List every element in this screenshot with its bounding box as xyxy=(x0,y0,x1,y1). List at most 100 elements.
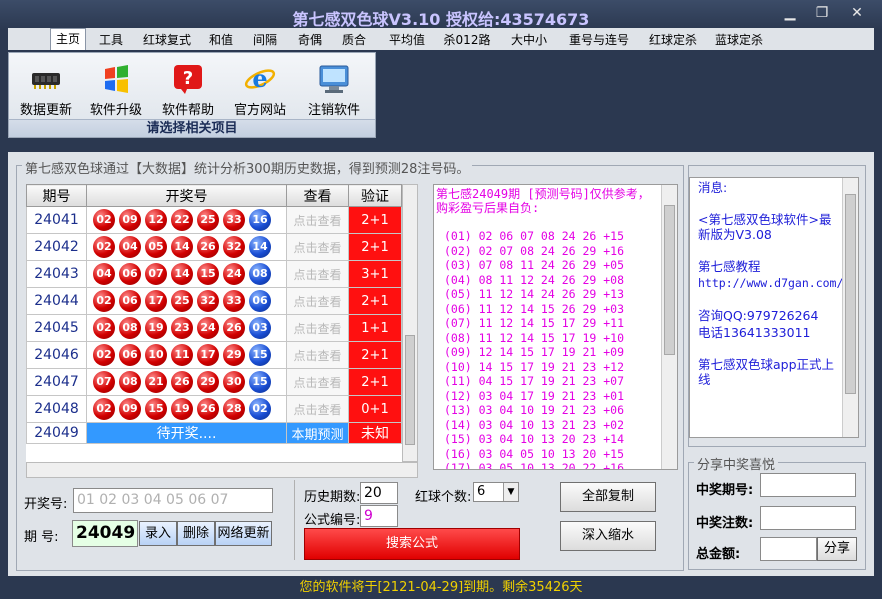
col-verify[interactable]: 验证 xyxy=(348,184,402,207)
draw-numbers-label: 开奖号: xyxy=(24,497,68,512)
table-row[interactable]: 24047 07 08 21 26 29 30 15 点击查看 2+1 xyxy=(26,368,402,396)
copy-all-button[interactable]: 全部复制 xyxy=(560,482,656,512)
draw-numbers-cell: 02 06 10 11 17 29 15 xyxy=(86,341,287,369)
close-icon[interactable]: ✕ xyxy=(840,3,874,23)
view-link[interactable]: 点击查看 xyxy=(286,314,349,342)
message-line[interactable]: http://www.d7gan.com/ xyxy=(690,274,858,291)
tab-prime-composite[interactable]: 质合 xyxy=(337,30,371,50)
tab-odd-even[interactable]: 奇偶 xyxy=(293,30,327,50)
blue-ball: 08 xyxy=(249,263,271,285)
table-row[interactable]: 24046 02 06 10 11 17 29 15 点击查看 2+1 xyxy=(26,341,402,369)
blue-ball: 02 xyxy=(249,398,271,420)
tab-tools[interactable]: 工具 xyxy=(94,30,128,50)
table-scrollbar[interactable] xyxy=(402,184,418,462)
view-link[interactable]: 点击查看 xyxy=(286,233,349,261)
view-link[interactable]: 点击查看 xyxy=(286,341,349,369)
formula-number-input[interactable]: 9 xyxy=(360,505,398,527)
tab-home[interactable]: 主页 xyxy=(50,28,86,50)
chevron-down-icon[interactable]: ▼ xyxy=(503,483,518,501)
tab-blue-kill[interactable]: 蓝球定杀 xyxy=(710,30,768,50)
delete-button[interactable]: 删除 xyxy=(177,521,215,546)
software-upgrade-button[interactable]: 软件升级 xyxy=(81,61,151,121)
prediction-list: (01) 02 06 07 08 24 26 +15 (02) 02 07 08 … xyxy=(434,229,677,469)
svg-text:e: e xyxy=(252,64,267,93)
logout-software-button[interactable]: 注销软件 xyxy=(299,61,369,121)
draw-numbers-cell: 04 06 07 14 15 24 08 xyxy=(86,260,287,288)
tab-repeat-consecutive[interactable]: 重号与连号 xyxy=(564,30,634,50)
draw-numbers-cell: 02 06 17 25 32 33 06 xyxy=(86,287,287,315)
red-count-label: 红球个数: xyxy=(415,490,472,505)
svg-text:?: ? xyxy=(183,68,193,89)
red-ball: 28 xyxy=(223,398,245,420)
restore-icon[interactable]: ❐ xyxy=(807,3,837,23)
issue-input[interactable]: 24049 xyxy=(72,520,138,547)
history-periods-input[interactable]: 20 xyxy=(360,482,398,504)
tab-red-kill[interactable]: 红球定杀 xyxy=(644,30,702,50)
red-ball: 07 xyxy=(145,263,167,285)
verify-cell: 2+1 xyxy=(348,206,402,234)
prediction-scrollbar-thumb[interactable] xyxy=(664,205,675,355)
red-ball: 32 xyxy=(197,290,219,312)
enter-button[interactable]: 录入 xyxy=(139,521,177,546)
col-issue[interactable]: 期号 xyxy=(26,184,87,207)
view-link[interactable]: 点击查看 xyxy=(286,206,349,234)
red-ball: 06 xyxy=(119,344,141,366)
red-ball: 02 xyxy=(93,344,115,366)
view-link[interactable]: 点击查看 xyxy=(286,395,349,423)
prediction-scrollbar[interactable] xyxy=(661,185,677,469)
draw-numbers-input[interactable]: 01 02 03 04 05 06 07 xyxy=(73,488,273,513)
win-issue-input[interactable] xyxy=(760,473,856,497)
red-ball: 04 xyxy=(93,263,115,285)
table-row[interactable]: 24045 02 08 19 23 24 26 03 点击查看 1+1 xyxy=(26,314,402,342)
prediction-line: (05) 11 12 14 24 26 29 +13 xyxy=(444,287,625,301)
tab-red-compound[interactable]: 红球复式 xyxy=(138,30,196,50)
data-update-button[interactable]: 数据更新 xyxy=(11,61,81,121)
current-prediction-link[interactable]: 本期预测 xyxy=(286,422,349,444)
official-website-button[interactable]: e 官方网站 xyxy=(225,61,295,121)
prediction-line: (06) 11 12 14 15 26 29 +03 xyxy=(444,301,625,316)
red-ball: 02 xyxy=(93,398,115,420)
total-amount-input[interactable] xyxy=(760,537,817,561)
win-count-input[interactable] xyxy=(760,506,856,530)
share-button[interactable]: 分享 xyxy=(817,537,857,561)
table-hscrollbar[interactable] xyxy=(26,462,418,478)
table-row[interactable]: 24044 02 06 17 25 32 33 06 点击查看 2+1 xyxy=(26,287,402,315)
red-ball: 33 xyxy=(223,290,245,312)
table-scrollbar-thumb[interactable] xyxy=(405,335,415,445)
deep-filter-button[interactable]: 深入缩水 xyxy=(560,521,656,551)
network-update-button[interactable]: 网络更新 xyxy=(215,521,272,546)
draw-history-table: 期号 开奖号 查看 验证 24041 02 09 12 22 25 33 16 点击查看 2+1 2… xyxy=(26,184,402,471)
view-link[interactable]: 点击查看 xyxy=(286,260,349,288)
table-row[interactable]: 24042 02 04 05 14 26 32 14 点击查看 2+1 xyxy=(26,233,402,261)
message-scrollbar-thumb[interactable] xyxy=(845,194,856,394)
tab-kill-012[interactable]: 杀012路 xyxy=(440,30,494,50)
tab-size[interactable]: 大中小 xyxy=(506,30,552,50)
minimize-icon[interactable]: ▁ xyxy=(775,3,805,23)
tab-interval[interactable]: 间隔 xyxy=(248,30,282,50)
tab-average[interactable]: 平均值 xyxy=(383,30,431,50)
software-help-button[interactable]: ? 软件帮助 xyxy=(153,61,223,121)
pending-draw-cell: 待开奖.... xyxy=(86,422,287,444)
message-line: 消息: xyxy=(698,180,728,195)
view-link[interactable]: 点击查看 xyxy=(286,368,349,396)
col-view[interactable]: 查看 xyxy=(286,184,349,207)
software-help-label: 软件帮助 xyxy=(161,103,214,118)
message-scrollbar[interactable] xyxy=(842,178,858,437)
table-row[interactable]: 24043 04 06 07 14 15 24 08 点击查看 3+1 xyxy=(26,260,402,288)
message-line: 第七感双色球app正式上线 xyxy=(698,357,835,387)
view-link[interactable]: 点击查看 xyxy=(286,287,349,315)
issue-cell: 24046 xyxy=(26,341,87,369)
search-formula-button[interactable]: 搜索公式 xyxy=(304,528,520,560)
blue-ball: 16 xyxy=(249,209,271,231)
pending-row[interactable]: 24049 待开奖.... 本期预测 未知 xyxy=(26,422,402,444)
prediction-line: (03) 07 08 11 24 26 29 +05 xyxy=(444,258,625,272)
col-draw-numbers[interactable]: 开奖号 xyxy=(86,184,287,207)
message-line xyxy=(690,340,858,355)
blue-ball: 15 xyxy=(249,344,271,366)
prediction-line: (02) 02 07 08 24 26 29 +16 xyxy=(444,243,625,258)
table-row[interactable]: 24048 02 09 15 19 26 28 02 点击查看 0+1 xyxy=(26,395,402,423)
tab-sum[interactable]: 和值 xyxy=(204,30,238,50)
red-ball: 14 xyxy=(171,263,193,285)
red-count-select[interactable]: 6 ▼ xyxy=(473,482,519,502)
table-row[interactable]: 24041 02 09 12 22 25 33 16 点击查看 2+1 xyxy=(26,206,402,234)
